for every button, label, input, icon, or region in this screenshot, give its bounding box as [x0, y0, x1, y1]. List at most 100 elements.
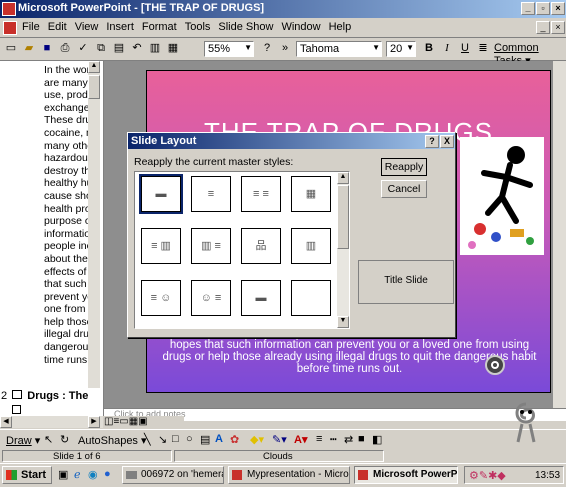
outline-line[interactable]: purpose of — [44, 215, 88, 228]
layout-two-column-text-thumb[interactable]: ≡ ≡ — [241, 176, 281, 212]
outline-line[interactable]: about the — [44, 253, 88, 266]
gallery-scrollbar[interactable]: ▲ ▼ — [337, 172, 349, 328]
outline-line[interactable]: cause shor — [44, 190, 88, 203]
task-button-mypresentation[interactable]: Mypresentation - Micros... — [228, 466, 350, 484]
layout-text-and-chart-thumb[interactable]: ≡ ▥ — [141, 228, 181, 264]
clipart-icon[interactable]: ✿ — [230, 433, 239, 446]
arrow-icon[interactable]: ↘ — [158, 433, 167, 446]
print-icon[interactable]: ⎙ — [56, 39, 74, 57]
outline-line[interactable]: illegal drug — [44, 328, 88, 341]
outline-line[interactable]: help those — [44, 316, 88, 329]
scroll-right-button[interactable]: ▶ — [88, 416, 100, 428]
doc-close-button[interactable]: × — [551, 21, 565, 34]
outline-line[interactable]: dangerous — [44, 341, 88, 354]
quicklaunch-mail-icon[interactable]: ● — [104, 468, 111, 480]
minimize-button[interactable]: _ — [521, 2, 535, 15]
zoom-select[interactable]: 55% ▼ — [204, 41, 254, 57]
slide-body[interactable]: hopes that such information can prevent … — [157, 339, 542, 375]
outline-line[interactable]: prevent yo — [44, 291, 88, 304]
tray-icons[interactable]: ⚙✎✱◆ — [469, 469, 506, 482]
layout-blank-thumb[interactable] — [291, 280, 331, 316]
menu-view[interactable]: View — [71, 19, 103, 35]
outline-line[interactable]: that such i — [44, 278, 88, 291]
bold-button[interactable]: B — [420, 39, 438, 57]
save-icon[interactable]: ■ — [38, 39, 56, 57]
slideshow-view-icon[interactable]: ▣ — [138, 416, 147, 427]
textbox-icon[interactable]: ▤ — [200, 433, 210, 446]
outline-line[interactable]: hazardous — [44, 152, 88, 165]
line-icon[interactable]: ╲ — [144, 433, 151, 446]
select-arrow-icon[interactable]: ↖ — [44, 433, 53, 446]
outline-line[interactable]: time runs — [44, 354, 88, 367]
undo-icon[interactable]: ↶ — [128, 39, 146, 57]
menu-help[interactable]: Help — [325, 19, 356, 35]
rectangle-icon[interactable]: □ — [172, 433, 179, 445]
outline-scrollbar[interactable]: ▲ — [88, 61, 100, 388]
outline-line[interactable]: people inc — [44, 240, 88, 253]
fill-color-icon[interactable]: ◆▾ — [250, 433, 264, 446]
layout-text-and-clip-art-thumb[interactable]: ≡ ☺ — [141, 280, 181, 316]
outline-line[interactable]: effects of — [44, 266, 88, 279]
outline-line[interactable]: cocaine, m — [44, 127, 88, 140]
outline-line[interactable]: use, produ — [44, 89, 88, 102]
layout-table-thumb[interactable]: ▦ — [291, 176, 331, 212]
oval-icon[interactable]: ○ — [186, 433, 193, 445]
menu-file[interactable]: File — [18, 19, 44, 35]
outline-line[interactable]: one from u — [44, 303, 88, 316]
autoshapes-menu[interactable]: AutoShapes ▾ — [78, 434, 147, 447]
scroll-thumb[interactable] — [88, 75, 100, 99]
slide-view-icon[interactable]: ▭ — [119, 416, 128, 427]
layout-clip-art-and-text-thumb[interactable]: ☺ ≡ — [191, 280, 231, 316]
shadow-icon[interactable]: ■ — [358, 433, 365, 445]
menu-insert[interactable]: Insert — [102, 19, 138, 35]
layout-chart-thumb[interactable]: ▥ — [291, 228, 331, 264]
reapply-button[interactable]: Reapply — [381, 158, 427, 176]
menu-format[interactable]: Format — [138, 19, 181, 35]
slide2-outline-item[interactable]: 2 Drugs : The — [1, 390, 88, 402]
font-size-select[interactable]: 20 ▼ — [386, 41, 416, 57]
document-icon[interactable] — [3, 21, 17, 35]
paste-icon[interactable]: ▤ — [110, 39, 128, 57]
scroll-down-button[interactable]: ▼ — [337, 316, 349, 328]
restore-button[interactable]: ▫ — [536, 2, 550, 15]
slide-scrollbar[interactable] — [553, 61, 566, 408]
quicklaunch-ie-icon[interactable]: ℯ — [74, 468, 81, 481]
3d-icon[interactable]: ◧ — [372, 433, 382, 446]
line-color-icon[interactable]: ✎▾ — [272, 433, 287, 446]
align-icon[interactable]: ≣ — [474, 39, 492, 57]
font-select[interactable]: Tahoma ▼ — [296, 41, 382, 57]
outline-line[interactable]: are many | — [44, 77, 88, 90]
scroll-up-button[interactable]: ▲ — [337, 172, 349, 184]
layout-title-slide-thumb[interactable]: ▬ — [139, 174, 183, 214]
more-buttons-icon[interactable]: » — [276, 39, 294, 57]
layout-title-only-thumb[interactable]: ▬ — [241, 280, 281, 316]
layout-organization-chart-thumb[interactable]: 品 — [241, 228, 281, 264]
start-button[interactable]: Start — [2, 466, 52, 484]
outline-line[interactable]: destroy th — [44, 165, 88, 178]
layout-bulleted-list-thumb[interactable]: ≡ — [191, 176, 231, 212]
outline-line[interactable]: many othe — [44, 140, 88, 153]
quicklaunch-desktop-icon[interactable]: ▣ — [58, 468, 68, 481]
table-icon[interactable]: ▦ — [164, 39, 182, 57]
outline-line[interactable]: informatio — [44, 228, 88, 241]
new-icon[interactable]: ▭ — [2, 39, 20, 57]
arrow-style-icon[interactable]: ⇄ — [344, 433, 353, 446]
dialog-close-button[interactable]: X — [440, 135, 454, 148]
open-icon[interactable]: ▰ — [20, 39, 38, 57]
scroll-up-button[interactable]: ▲ — [88, 61, 100, 73]
office-assistant-icon[interactable] — [508, 400, 544, 444]
task-button-drive[interactable]: 006972 on 'hemera' (H:) — [122, 466, 224, 484]
doc-minimize-button[interactable]: _ — [536, 21, 550, 34]
font-color-icon[interactable]: A▾ — [294, 433, 307, 446]
line-style-icon[interactable]: ≡ — [316, 433, 322, 445]
wordart-icon[interactable]: A — [215, 433, 223, 445]
outline-hscrollbar[interactable]: ◀ ▶ — [0, 416, 103, 428]
scroll-thumb[interactable] — [337, 185, 349, 249]
help-icon[interactable]: ? — [258, 39, 276, 57]
quicklaunch-explorer-icon[interactable]: ◉ — [88, 468, 98, 481]
menu-slide-show[interactable]: Slide Show — [214, 19, 277, 35]
spelling-icon[interactable]: ✓ — [74, 39, 92, 57]
menu-edit[interactable]: Edit — [44, 19, 71, 35]
close-button[interactable]: × — [551, 2, 565, 15]
underline-button[interactable]: U — [456, 39, 474, 57]
